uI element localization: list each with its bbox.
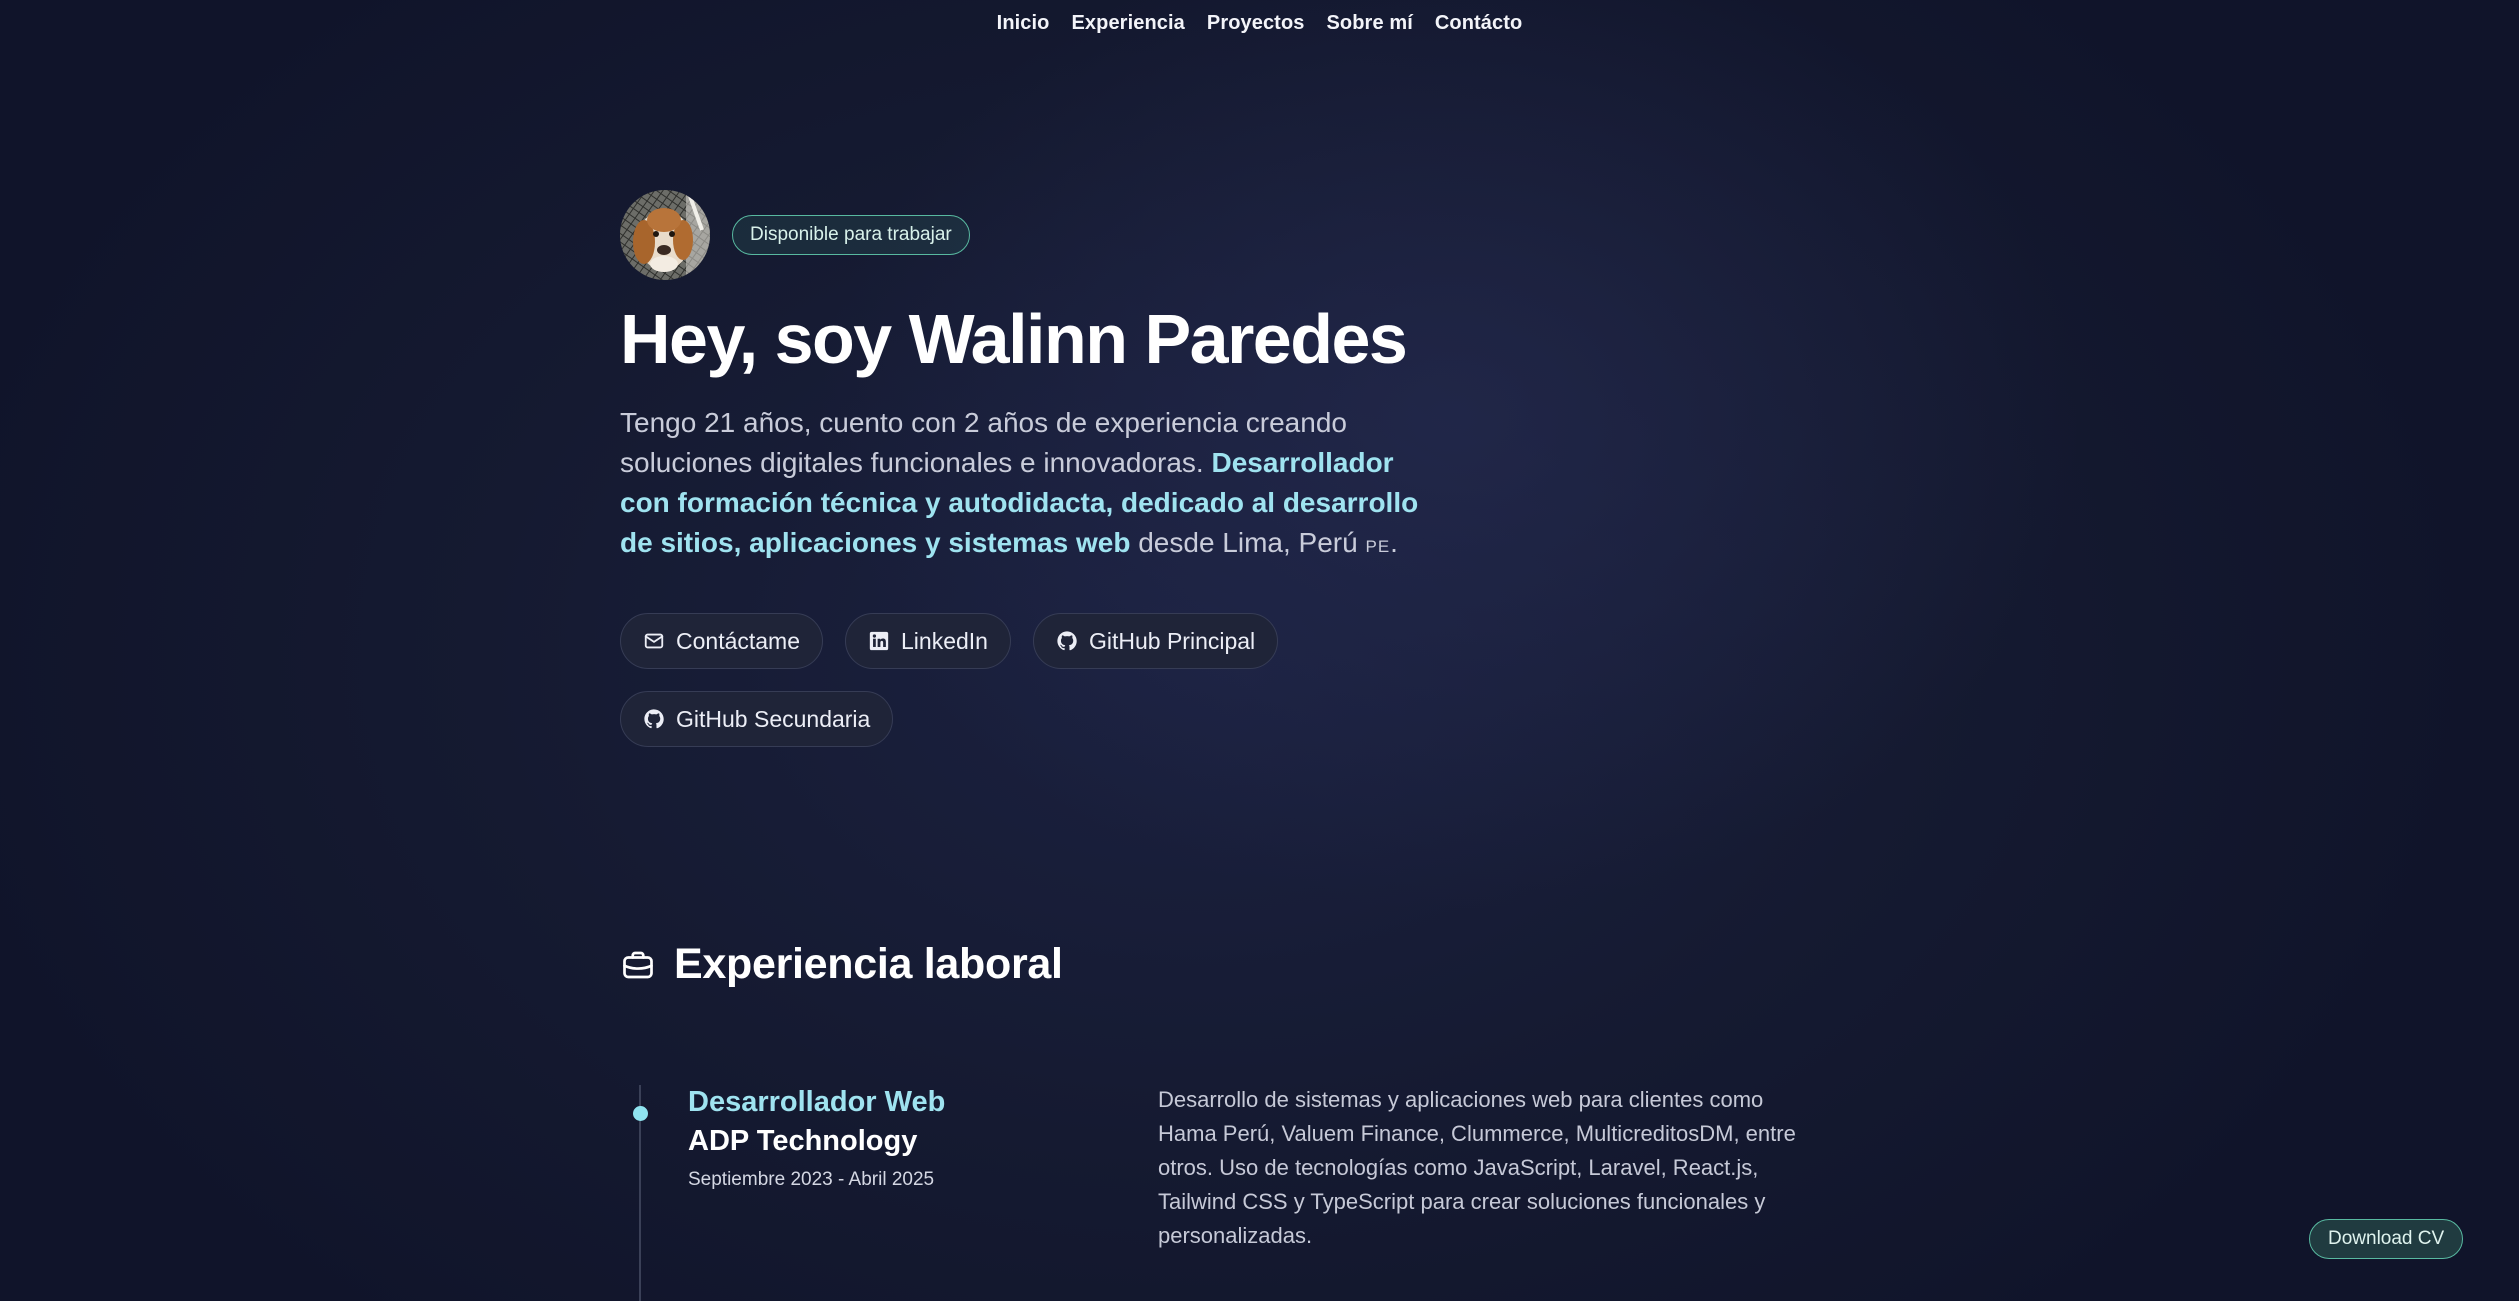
briefcase-icon: [623, 951, 653, 978]
intro-paragraph: Tengo 21 años, cuento con 2 años de expe…: [620, 403, 1430, 567]
avatar: [620, 190, 710, 280]
github-icon: [1057, 631, 1077, 651]
experience-heading: Experiencia laboral: [620, 940, 1063, 989]
top-nav: Inicio Experiencia Proyectos Sobre mí Co…: [0, 0, 2519, 46]
intro-text-after: desde Lima, Perú: [1138, 527, 1358, 558]
avatar-row: Disponible para trabajar: [620, 190, 1440, 280]
github-secundaria-button-label: GitHub Secundaria: [676, 705, 871, 732]
job-company: ADP Technology: [688, 1125, 918, 1157]
social-buttons: Contáctame LinkedIn GitHub Principal Git…: [620, 613, 1380, 747]
github-secundaria-button[interactable]: GitHub Secundaria: [620, 691, 894, 747]
page-title: Hey, soy Walinn Paredes: [620, 300, 1408, 378]
nav-item-proyectos[interactable]: Proyectos: [1207, 12, 1305, 35]
linkedin-button[interactable]: LinkedIn: [845, 613, 1011, 669]
peru-flag-icon: PE: [1365, 537, 1391, 556]
nav-item-experiencia[interactable]: Experiencia: [1071, 12, 1184, 35]
contact-button-label: Contáctame: [676, 627, 801, 654]
nav-item-inicio[interactable]: Inicio: [997, 12, 1050, 35]
github-principal-button[interactable]: GitHub Principal: [1032, 613, 1279, 669]
linkedin-button-label: LinkedIn: [901, 627, 988, 654]
experience-title: Experiencia laboral: [674, 940, 1063, 988]
download-cv-button[interactable]: Download CV: [2309, 1219, 2464, 1259]
nav-item-contacto[interactable]: Contácto: [1435, 12, 1522, 35]
page: Inicio Experiencia Proyectos Sobre mí Co…: [0, 0, 2519, 1301]
mail-icon: [644, 633, 664, 649]
timeline-dot: [633, 1106, 648, 1121]
github-icon: [644, 709, 664, 729]
nav-item-sobre-mi[interactable]: Sobre mí: [1326, 12, 1412, 35]
job-dates: Septiembre 2023 - Abril 2025: [688, 1169, 935, 1190]
hero-section: Disponible para trabajar Hey, soy Walinn…: [620, 190, 1440, 747]
job-header: Desarrollador Web ADP Technology Septiem…: [688, 1083, 1108, 1191]
github-principal-button-label: GitHub Principal: [1088, 627, 1256, 654]
intro-end: .: [1390, 527, 1398, 558]
job-role: Desarrollador Web: [688, 1086, 946, 1118]
contact-button[interactable]: Contáctame: [620, 613, 824, 669]
job-description: Desarrollo de sistemas y aplicaciones we…: [1158, 1087, 1796, 1248]
dog-photo-avatar: [620, 190, 710, 280]
linkedin-icon: [869, 631, 889, 651]
availability-badge: Disponible para trabajar: [732, 215, 970, 255]
